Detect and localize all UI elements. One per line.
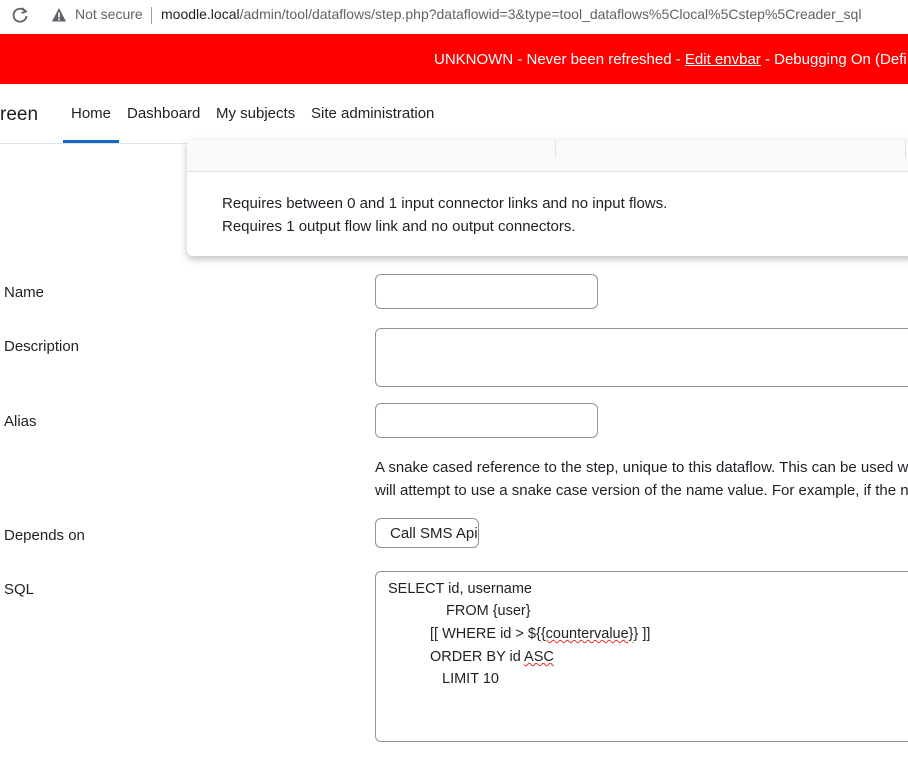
sql-line-3-pre: [[ WHERE id > ${: [430, 626, 541, 642]
nav-my-subjects[interactable]: My subjects: [216, 105, 295, 122]
sql-line-2: FROM {user}: [446, 603, 531, 619]
sql-line-4-pre: ORDER BY id: [430, 649, 525, 665]
environment-bar: UNKNOWN - Never been refreshed - Edit en…: [0, 34, 908, 84]
sql-line-4: ORDER BY id ASC: [430, 649, 554, 665]
spellcheck-asc: ASC: [524, 649, 554, 665]
name-input[interactable]: [375, 274, 598, 309]
alias-label: Alias: [4, 413, 37, 430]
envbar-message: UNKNOWN - Never been refreshed - Edit en…: [434, 51, 907, 68]
description-label: Description: [4, 338, 80, 355]
active-tab-indicator: [63, 140, 119, 143]
sql-line-3-post: } ]]: [633, 626, 651, 642]
warning-icon[interactable]: [51, 7, 67, 23]
edit-envbar-link[interactable]: Edit envbar: [685, 51, 761, 68]
input-requirement: Requires between 0 and 1 input connector…: [222, 195, 668, 212]
url-path: /admin/tool/dataflows/step.php?dataflowi…: [239, 6, 862, 22]
sql-label: SQL: [4, 581, 35, 598]
nav-site-administration[interactable]: Site administration: [311, 105, 434, 122]
sql-line-1: SELECT id, username: [388, 581, 532, 597]
url-field[interactable]: moodle.local/admin/tool/dataflows/step.p…: [161, 6, 861, 22]
sql-line-3: [[ WHERE id > ${{countervalue}} ]]: [430, 626, 650, 642]
url-host: moodle.local: [161, 6, 240, 22]
alias-help-line-2: will attempt to use a snake case version…: [375, 482, 908, 499]
table-divider: [905, 140, 906, 158]
name-label: Name: [4, 284, 45, 301]
nav-home[interactable]: Home: [71, 105, 111, 122]
site-brand[interactable]: reen: [0, 104, 38, 126]
browser-address-bar: Not secure moodle.local/admin/tool/dataf…: [0, 0, 908, 33]
table-divider: [555, 140, 556, 158]
spellcheck-countervalue: {countervalue}: [540, 626, 634, 642]
depends-on-select[interactable]: Call SMS Api: [375, 518, 479, 548]
nav-dashboard[interactable]: Dashboard: [127, 105, 200, 122]
step-info-table: [187, 140, 908, 172]
depends-on-label: Depends on: [4, 527, 85, 544]
output-requirement: Requires 1 output flow link and no outpu…: [222, 218, 576, 235]
reload-icon[interactable]: [10, 5, 30, 25]
description-textarea[interactable]: [375, 328, 908, 387]
step-info-card: Requires between 0 and 1 input connector…: [187, 140, 908, 256]
primary-navigation: reen Home Dashboard My subjects Site adm…: [0, 84, 908, 144]
sql-line-5: LIMIT 10: [442, 671, 499, 687]
address-divider: [151, 7, 152, 24]
envbar-suffix: - Debugging On (Defi: [760, 51, 907, 68]
envbar-prefix: UNKNOWN - Never been refreshed -: [434, 51, 685, 68]
alias-input[interactable]: [375, 403, 598, 438]
sql-textarea[interactable]: SELECT id, username FROM {user} [[ WHERE…: [375, 571, 908, 742]
alias-help-line-1: A snake cased reference to the step, uni…: [375, 459, 908, 476]
security-status[interactable]: Not secure: [75, 6, 143, 22]
